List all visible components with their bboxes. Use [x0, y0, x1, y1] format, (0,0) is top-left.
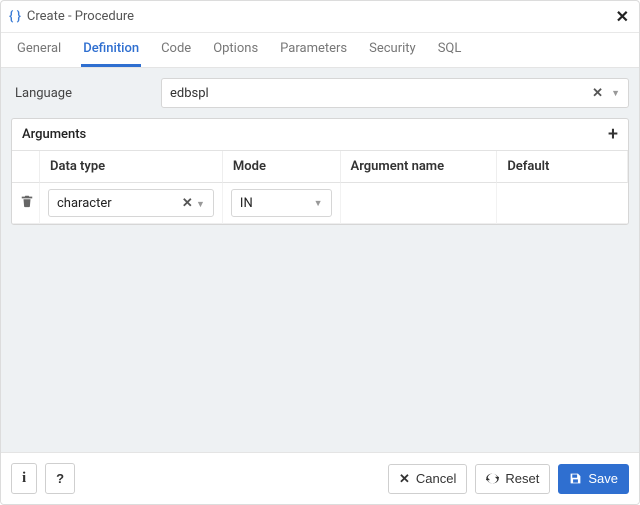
close-icon: ✕ [399, 471, 410, 487]
tab-code[interactable]: Code [159, 33, 193, 67]
mode-value: IN [240, 196, 253, 211]
reset-button[interactable]: Reset [475, 464, 550, 494]
cancel-label: Cancel [416, 471, 456, 486]
col-delete [12, 151, 40, 183]
language-label: Language [11, 86, 151, 101]
row-data-type: character ✕ ▼ [40, 183, 223, 224]
tab-general[interactable]: General [15, 33, 63, 67]
dialog-footer: i ? ✕ Cancel Reset Save [1, 452, 639, 504]
procedure-icon: { } [9, 9, 21, 24]
close-icon[interactable]: ✕ [616, 7, 629, 26]
clear-icon[interactable]: ✕ [592, 86, 603, 101]
save-icon [569, 472, 582, 485]
reset-label: Reset [505, 471, 539, 486]
recycle-icon [486, 472, 499, 485]
cancel-button[interactable]: ✕ Cancel [388, 464, 467, 494]
title-left: { } Create - Procedure [9, 9, 134, 24]
row-delete [12, 183, 40, 224]
tab-sql[interactable]: SQL [436, 33, 464, 67]
tab-options[interactable]: Options [211, 33, 260, 67]
footer-left: i ? [11, 463, 75, 494]
dialog-body: Language edbspl ✕ ▼ Arguments + Data typ… [1, 68, 639, 452]
titlebar: { } Create - Procedure ✕ [1, 1, 639, 33]
help-button[interactable]: ? [45, 463, 75, 494]
tab-parameters[interactable]: Parameters [278, 33, 349, 67]
col-mode: Mode [223, 151, 341, 183]
mode-select[interactable]: IN ▼ [231, 189, 332, 217]
language-select[interactable]: edbspl ✕ ▼ [161, 78, 629, 108]
col-arg-name: Argument name [341, 151, 498, 183]
dialog-title: Create - Procedure [27, 9, 134, 24]
arguments-header: Arguments + [12, 119, 628, 151]
info-button[interactable]: i [11, 463, 37, 494]
row-arg-name[interactable] [341, 183, 498, 224]
col-default: Default [497, 151, 628, 183]
arguments-grid: Data type Mode Argument name Default cha… [12, 151, 628, 224]
add-argument-button[interactable]: + [608, 128, 618, 142]
tabs: General Definition Code Options Paramete… [1, 33, 639, 68]
language-value: edbspl [170, 86, 209, 101]
row-mode: IN ▼ [223, 183, 341, 224]
create-procedure-dialog: { } Create - Procedure ✕ General Definit… [0, 0, 640, 505]
save-button[interactable]: Save [558, 464, 629, 494]
col-data-type: Data type [40, 151, 223, 183]
row-default[interactable] [497, 183, 628, 224]
tab-security[interactable]: Security [367, 33, 418, 67]
clear-icon[interactable]: ✕ [182, 196, 193, 211]
tab-definition[interactable]: Definition [81, 33, 141, 67]
language-controls: ✕ ▼ [592, 86, 620, 101]
arguments-title: Arguments [22, 127, 86, 142]
save-label: Save [588, 471, 618, 486]
data-type-controls: ✕ ▼ [182, 196, 205, 211]
data-type-select[interactable]: character ✕ ▼ [48, 189, 214, 217]
arguments-panel: Arguments + Data type Mode Argument name… [11, 118, 629, 225]
data-type-value: character [57, 196, 112, 211]
footer-right: ✕ Cancel Reset Save [388, 464, 629, 494]
chevron-down-icon[interactable]: ▼ [314, 198, 323, 209]
trash-icon[interactable] [20, 194, 34, 212]
chevron-down-icon[interactable]: ▼ [611, 88, 620, 99]
chevron-down-icon[interactable]: ▼ [196, 200, 205, 210]
language-row: Language edbspl ✕ ▼ [11, 78, 629, 108]
